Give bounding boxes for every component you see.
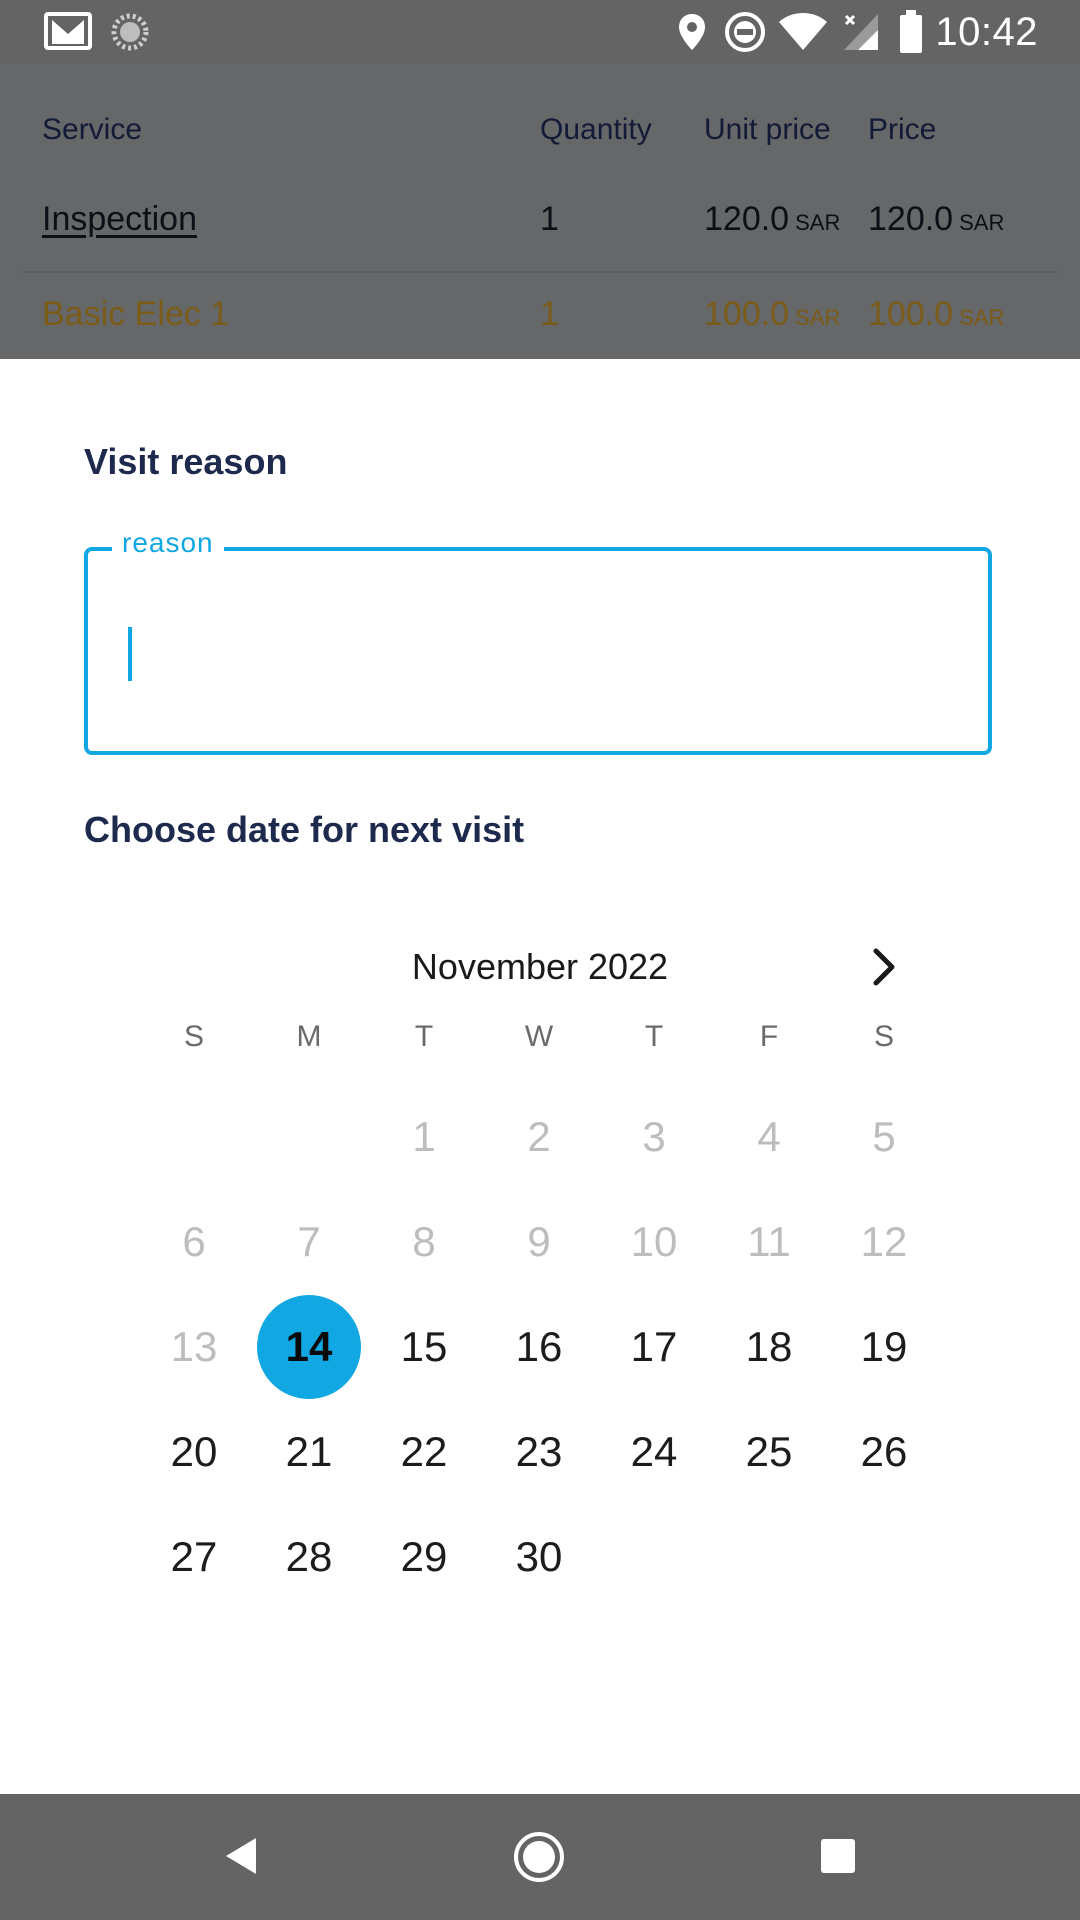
calendar-month-label: November 2022 bbox=[411, 946, 669, 987]
calendar-day: 10 bbox=[630, 1218, 678, 1265]
signal-icon bbox=[844, 14, 878, 50]
calendar-day: 12 bbox=[860, 1218, 908, 1265]
calendar-day: 5 bbox=[872, 1113, 896, 1160]
weekday-header: F bbox=[759, 1020, 779, 1053]
weekday-header: T bbox=[644, 1020, 664, 1053]
location-icon bbox=[679, 14, 705, 50]
header-price: Price bbox=[868, 113, 937, 146]
weekday-header: W bbox=[524, 1020, 554, 1053]
screen: 10:42 Service Quantity Unit price Price … bbox=[0, 0, 1080, 1920]
quantity-cell: 1 bbox=[540, 295, 559, 333]
calendar-day[interactable]: 28 bbox=[257, 1505, 361, 1609]
service-name-link[interactable]: Inspection bbox=[42, 200, 197, 239]
unit-price-cell: 100.0 SAR bbox=[704, 295, 840, 334]
calendar-day[interactable]: 20 bbox=[142, 1400, 246, 1504]
price-cell: 120.0 SAR bbox=[868, 200, 1004, 239]
calendar-day: 7 bbox=[297, 1218, 321, 1265]
weekday-header: M bbox=[296, 1020, 322, 1053]
header-unit-price: Unit price bbox=[704, 113, 831, 146]
home-icon[interactable] bbox=[512, 1830, 566, 1884]
calendar-day[interactable]: 25 bbox=[717, 1400, 821, 1504]
reason-input[interactable] bbox=[118, 601, 958, 681]
calendar-day: 3 bbox=[642, 1113, 666, 1160]
calendar-day[interactable]: 26 bbox=[832, 1400, 936, 1504]
calendar-day[interactable]: 18 bbox=[717, 1295, 821, 1399]
visit-reason-title: Visit reason bbox=[84, 441, 288, 482]
currency-label: SAR bbox=[959, 210, 1005, 235]
calendar-day-selected[interactable]: 14 bbox=[257, 1295, 361, 1399]
reason-field-label: reason bbox=[112, 527, 224, 559]
navigation-bar bbox=[0, 1794, 1080, 1920]
calendar-day[interactable]: 17 bbox=[602, 1295, 706, 1399]
currency-label: SAR bbox=[795, 210, 841, 235]
calendar-day[interactable]: 19 bbox=[832, 1295, 936, 1399]
dnd-icon bbox=[725, 12, 765, 52]
quantity-cell: 1 bbox=[540, 200, 559, 238]
weekday-header: S bbox=[873, 1020, 894, 1053]
price-value: 100.0 bbox=[868, 295, 954, 333]
unit-price-value: 120.0 bbox=[704, 200, 790, 238]
row-divider bbox=[22, 271, 1058, 273]
unit-price-value: 100.0 bbox=[704, 295, 790, 333]
calendar-day[interactable]: 21 bbox=[257, 1400, 361, 1504]
status-bar: 10:42 bbox=[0, 0, 1080, 63]
price-value: 120.0 bbox=[868, 200, 954, 238]
services-table: Service Quantity Unit price Price Inspec… bbox=[0, 63, 1080, 359]
calendar-day: 4 bbox=[757, 1113, 781, 1160]
calendar-day: 1 bbox=[412, 1113, 436, 1160]
weekday-header: S bbox=[183, 1020, 204, 1053]
clock: 10:42 bbox=[935, 10, 1038, 54]
calendar-day[interactable]: 27 bbox=[142, 1505, 246, 1609]
price-cell: 100.0 SAR bbox=[868, 295, 1004, 334]
calendar-day: 2 bbox=[527, 1113, 551, 1160]
loading-icon bbox=[111, 13, 149, 51]
back-icon[interactable] bbox=[220, 1834, 264, 1878]
wifi-icon bbox=[779, 13, 827, 50]
weekday-header: T bbox=[414, 1020, 434, 1053]
calendar-day[interactable]: 29 bbox=[372, 1505, 476, 1609]
calendar-day: 8 bbox=[412, 1218, 436, 1265]
calendar-day: 13 bbox=[170, 1323, 218, 1370]
battery-icon bbox=[900, 10, 922, 53]
gmail-icon bbox=[44, 12, 92, 50]
calendar-day[interactable]: 23 bbox=[487, 1400, 591, 1504]
calendar-day: 9 bbox=[527, 1218, 551, 1265]
calendar-day[interactable]: 22 bbox=[372, 1400, 476, 1504]
next-visit-title: Choose date for next visit bbox=[84, 809, 525, 850]
reason-field[interactable]: reason bbox=[84, 527, 992, 755]
calendar-day[interactable]: 15 bbox=[372, 1295, 476, 1399]
recents-icon[interactable] bbox=[818, 1836, 858, 1876]
next-visit-sheet: Visit reason reason Choose date for next… bbox=[0, 359, 1080, 1794]
calendar-day[interactable]: 16 bbox=[487, 1295, 591, 1399]
calendar-day: 6 bbox=[182, 1218, 206, 1265]
header-service: Service bbox=[42, 113, 143, 146]
currency-label: SAR bbox=[795, 305, 841, 330]
calendar-day[interactable]: 24 bbox=[602, 1400, 706, 1504]
unit-price-cell: 120.0 SAR bbox=[704, 200, 840, 239]
calendar-day: 11 bbox=[747, 1218, 791, 1265]
calendar-day[interactable]: 30 bbox=[487, 1505, 591, 1609]
currency-label: SAR bbox=[959, 305, 1005, 330]
header-quantity: Quantity bbox=[540, 113, 652, 146]
text-caret bbox=[128, 627, 132, 681]
service-name[interactable]: Basic Elec 1 bbox=[42, 295, 229, 334]
